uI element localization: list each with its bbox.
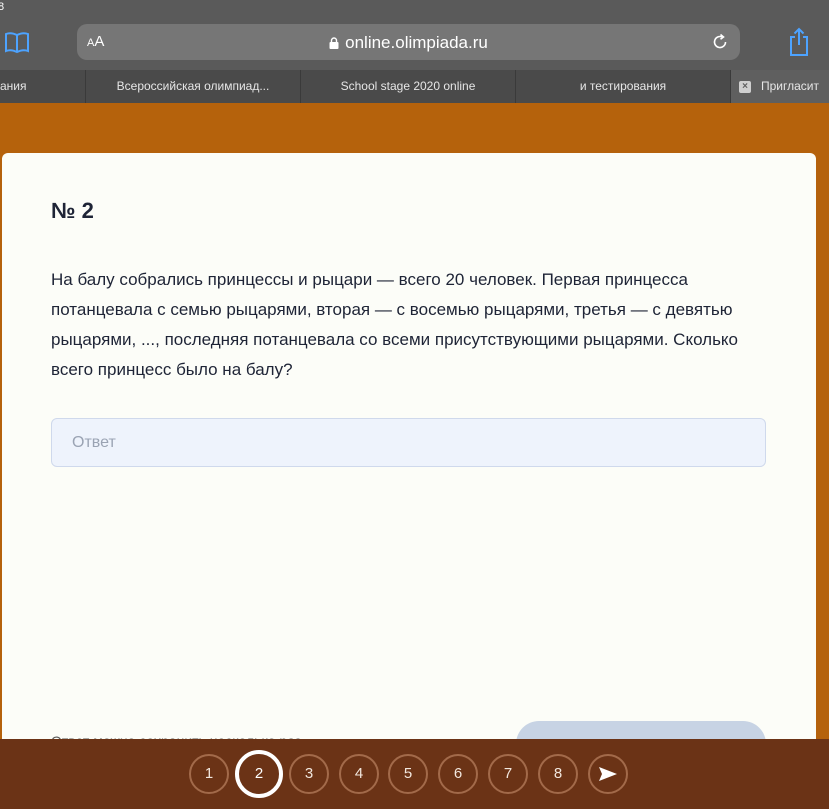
tab-label: Пригласит — [761, 79, 819, 93]
nav-label: 6 — [453, 765, 463, 782]
tab-1[interactable]: ания — [0, 70, 86, 103]
nav-label: 8 — [553, 765, 563, 782]
tab-label: и тестирования — [579, 79, 667, 93]
tab-2[interactable]: Всероссийская олимпиад... — [86, 70, 301, 103]
share-icon[interactable] — [788, 27, 810, 57]
tab-label: Всероссийская олимпиад... — [116, 79, 270, 93]
address-bar[interactable]: AA online.olimpiada.ru — [77, 24, 740, 60]
tab-4[interactable]: и тестирования — [516, 70, 731, 103]
tab-3[interactable]: School stage 2020 online — [301, 70, 516, 103]
url-text: online.olimpiada.ru — [345, 33, 488, 52]
nav-label: 4 — [354, 765, 364, 782]
url-display[interactable]: online.olimpiada.ru — [77, 33, 740, 53]
tab-label: ания — [0, 79, 27, 93]
nav-task-2-current[interactable]: 2 — [235, 750, 283, 798]
tab-5-active[interactable]: × Пригласит — [731, 70, 829, 103]
nav-task-5[interactable]: 5 — [388, 754, 428, 794]
nav-label: 1 — [204, 765, 214, 782]
answer-input[interactable] — [51, 418, 766, 467]
task-text: На балу собрались принцессы и рыцари — в… — [51, 270, 739, 379]
send-icon — [599, 767, 617, 782]
task-number: № 2 — [51, 198, 94, 223]
tab-close-icon[interactable]: × — [739, 81, 751, 93]
nav-task-6[interactable]: 6 — [438, 754, 478, 794]
reload-icon[interactable] — [710, 32, 730, 52]
nav-label: 5 — [403, 765, 413, 782]
submit-button[interactable] — [588, 754, 628, 794]
tab-label: School stage 2020 online — [340, 79, 476, 93]
nav-label: 3 — [304, 765, 314, 782]
lock-icon — [329, 37, 339, 49]
task-navigation: 1 2 3 4 5 6 7 8 — [0, 739, 829, 809]
nav-task-3[interactable]: 3 — [289, 754, 329, 794]
bookmarks-icon[interactable] — [4, 30, 30, 54]
nav-task-7[interactable]: 7 — [488, 754, 528, 794]
nav-task-8[interactable]: 8 — [538, 754, 578, 794]
nav-label: 2 — [254, 765, 264, 782]
nav-task-1[interactable]: 1 — [189, 754, 229, 794]
status-bar: 8 — [0, 0, 829, 20]
nav-label: 7 — [503, 765, 513, 782]
task-card: № 2 На балу собрались принцессы и рыцари… — [2, 153, 816, 773]
browser-toolbar: AA online.olimpiada.ru — [0, 20, 829, 70]
status-corner-text: 8 — [0, 1, 5, 13]
nav-task-4[interactable]: 4 — [339, 754, 379, 794]
tabs-bar: ания Всероссийская олимпиад... School st… — [0, 70, 829, 103]
